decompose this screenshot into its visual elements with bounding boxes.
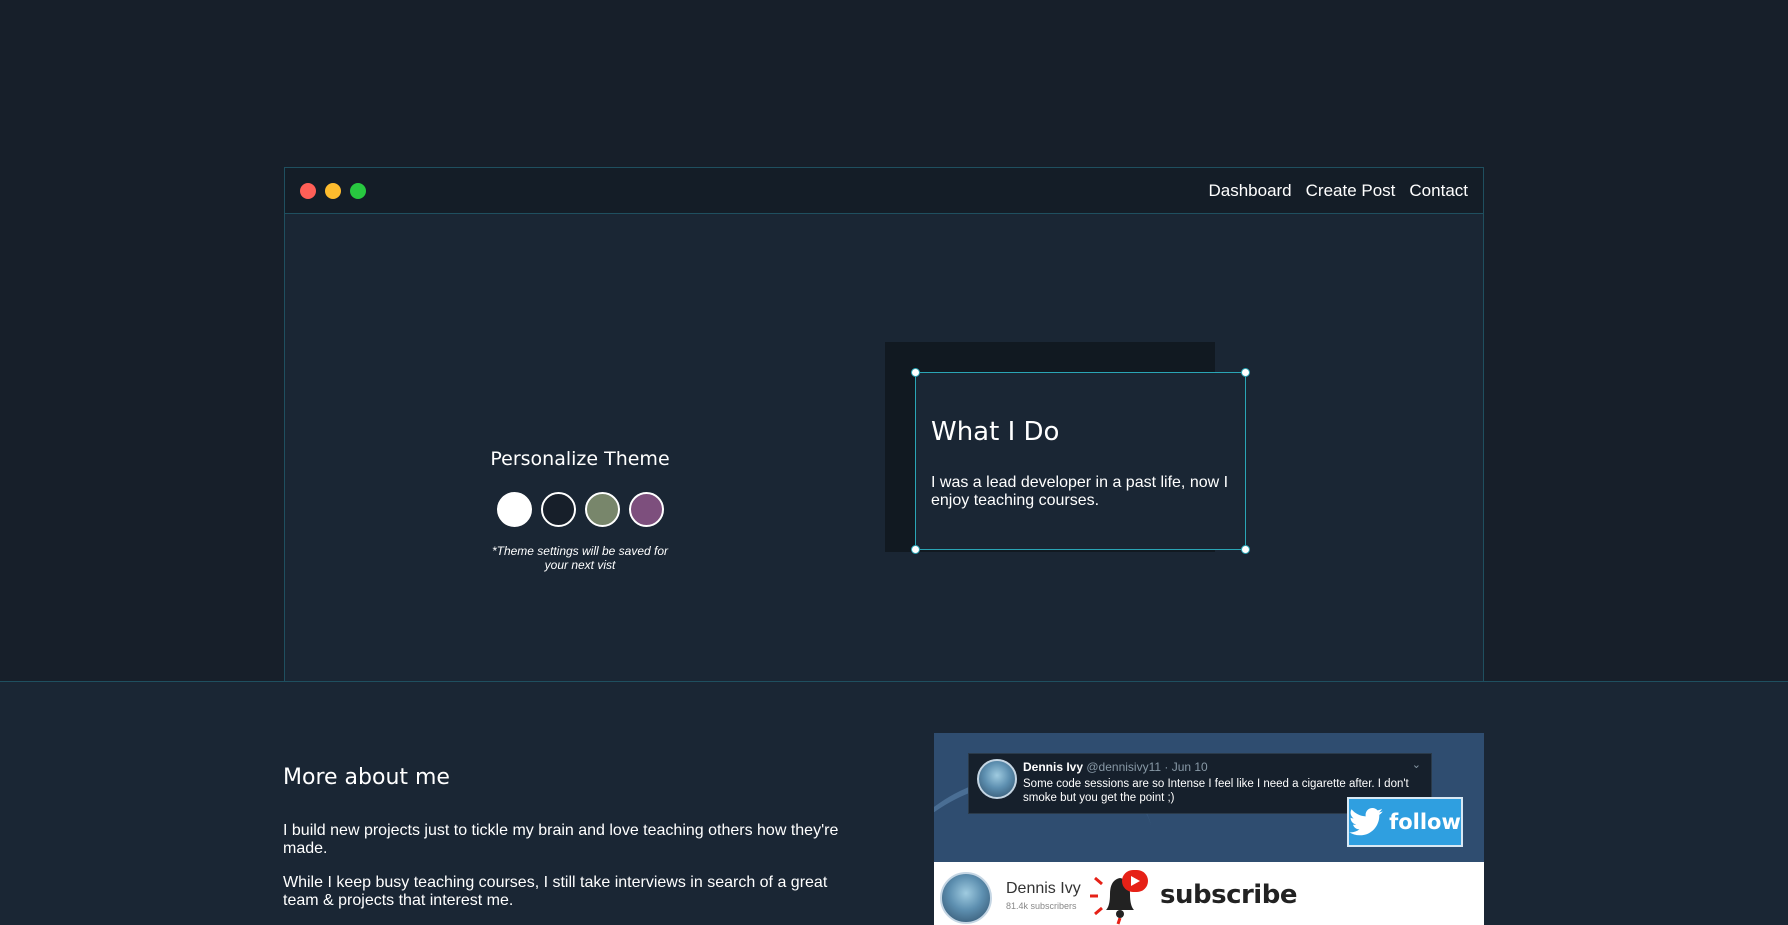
nav-link-create-post[interactable]: Create Post — [1306, 181, 1396, 201]
theme-swatch-green[interactable] — [584, 492, 620, 527]
youtube-avatar — [940, 872, 992, 924]
tweet-author-name: Dennis Ivy — [1023, 760, 1084, 774]
resize-handle — [1241, 545, 1250, 554]
resize-handle — [911, 545, 920, 554]
theme-swatch-dark[interactable] — [540, 492, 576, 527]
theme-title: Personalize Theme — [490, 448, 670, 470]
minimize-dot[interactable] — [325, 182, 341, 199]
youtube-subscribe-bar: Dennis Ivy 81.4k subscribers subscribe — [934, 862, 1484, 925]
about-paragraph: I build new projects just to tickle my b… — [283, 822, 839, 857]
about-title: More about me — [283, 765, 450, 790]
nav-link-contact[interactable]: Contact — [1409, 181, 1468, 201]
what-i-do-title: What I Do — [931, 417, 1060, 447]
resize-handle — [1241, 368, 1250, 377]
twitter-bird-icon — [1349, 808, 1383, 836]
youtube-subscriber-count: 81.4k subscribers — [1006, 901, 1077, 911]
close-dot[interactable] — [300, 182, 316, 199]
tweet-header: Dennis Ivy @dennisivy11 · Jun 10 — [1023, 760, 1421, 774]
theme-swatch-purple[interactable] — [628, 492, 664, 527]
maximize-dot[interactable] — [350, 182, 366, 199]
about-section: More about me I build new projects just … — [283, 765, 843, 910]
chevron-down-icon: ⌄ — [1411, 759, 1421, 771]
resize-handle — [911, 368, 920, 377]
notification-bell-icon — [1090, 870, 1148, 925]
theme-swatch-light[interactable] — [496, 492, 532, 527]
social-banner: Dennis Ivy @dennisivy11 · Jun 10 ⌄ Some … — [934, 733, 1484, 925]
about-paragraph: While I keep busy teaching courses, I st… — [283, 874, 828, 909]
what-i-do-card: What I Do I was a lead developer in a pa… — [911, 368, 1250, 554]
theme-swatches — [485, 492, 675, 527]
what-i-do-text: I was a lead developer in a past life, n… — [931, 474, 1229, 509]
follow-label: follow — [1389, 810, 1461, 834]
tweet-handle: @dennisivy11 · Jun 10 — [1086, 760, 1208, 774]
window-controls — [300, 182, 366, 199]
browser-window: Dashboard Create Post Contact Personaliz… — [284, 167, 1484, 682]
theme-note: *Theme settings will be saved for your n… — [491, 544, 669, 572]
main-nav: Dashboard Create Post Contact — [1208, 181, 1468, 201]
personalize-theme-panel: Personalize Theme *Theme settings will b… — [485, 448, 675, 572]
twitter-follow-button[interactable]: follow — [1347, 797, 1463, 847]
youtube-channel-name: Dennis Ivy — [1006, 880, 1081, 897]
about-section-bg — [0, 682, 1788, 925]
nav-link-dashboard[interactable]: Dashboard — [1208, 181, 1291, 201]
subscribe-label[interactable]: subscribe — [1160, 880, 1297, 910]
tweet-avatar — [977, 759, 1017, 799]
window-title-bar: Dashboard Create Post Contact — [285, 168, 1483, 214]
